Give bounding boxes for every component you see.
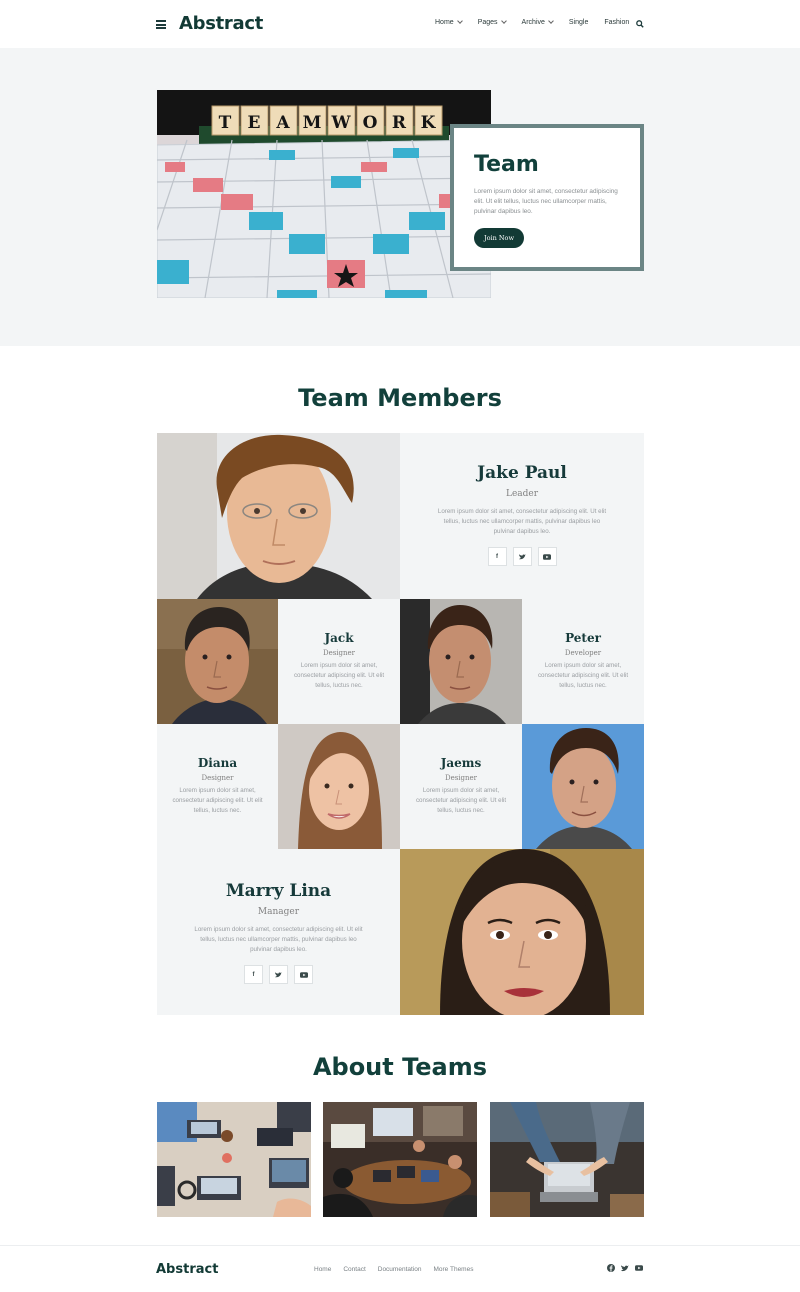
footer-link-contact[interactable]: Contact <box>343 1266 365 1273</box>
member-name: Jaems <box>440 756 482 770</box>
scrabble-letter: M <box>303 113 322 133</box>
footer-link-home[interactable]: Home <box>314 1266 331 1273</box>
member-description: Lorem ipsum dolor sit amet, consectetur … <box>194 926 363 953</box>
footer-nav: Home Contact Documentation More Themes <box>314 1266 485 1273</box>
hero-title: Team <box>474 152 539 177</box>
about-team-image-laptop <box>490 1102 644 1217</box>
member-name: Peter <box>565 631 601 645</box>
nav-label: Pages <box>477 19 498 26</box>
hero-text: Lorem ipsum dolor sit amet, consectetur … <box>474 188 618 215</box>
team-members-title: Team Members <box>298 384 502 412</box>
member-description: Lorem ipsum dolor sit amet, consectetur … <box>172 787 263 814</box>
scrabble-letter: K <box>421 113 437 133</box>
facebook-icon[interactable] <box>607 1264 615 1272</box>
scrabble-letter: T <box>219 113 232 133</box>
search-icon[interactable] <box>636 20 644 28</box>
nav-label: Fashion <box>604 19 630 26</box>
member-role: Developer <box>564 649 602 657</box>
footer-link-documentation[interactable]: Documentation <box>378 1266 422 1273</box>
twitter-icon[interactable] <box>512 547 532 566</box>
scrabble-letter: R <box>392 113 407 133</box>
about-team-image-desk <box>157 1102 311 1217</box>
nav-label: Home <box>435 19 454 26</box>
hero-image: T E A M W O R K <box>157 90 491 298</box>
member-photo-jake-paul <box>157 433 400 599</box>
nav-item-archive[interactable]: Archive <box>521 18 554 26</box>
scrabble-letter: W <box>330 113 351 133</box>
member-role: Designer <box>201 774 234 782</box>
scrabble-letter: A <box>275 113 290 133</box>
chevron-down-icon <box>456 18 463 24</box>
twitter-icon[interactable] <box>621 1264 629 1272</box>
member-role: Designer <box>444 774 478 782</box>
member-name: Marry Lina <box>225 881 332 901</box>
member-name: Diana <box>197 756 238 770</box>
member-description: Lorem ipsum dolor sit amet, consectetur … <box>437 508 607 535</box>
hero-card: Team Lorem ipsum dolor sit amet, consect… <box>450 124 644 271</box>
member-description: Lorem ipsum dolor sit amet, consectetur … <box>537 662 629 689</box>
nav-label: Single <box>568 19 589 26</box>
youtube-icon[interactable] <box>635 1264 643 1272</box>
member-card-marry-lina: Marry Lina Manager Lorem ipsum dolor sit… <box>157 849 400 1015</box>
nav-item-fashion[interactable]: Fashion <box>604 19 629 26</box>
member-description: Lorem ipsum dolor sit amet, consectetur … <box>415 787 507 814</box>
main-nav: Home Pages Archive Single Fashion <box>435 18 645 26</box>
nav-item-pages[interactable]: Pages <box>477 18 507 26</box>
about-teams-title: About Teams <box>312 1053 488 1081</box>
member-photo-marry-lina <box>400 849 644 1015</box>
member-role: Designer <box>322 649 356 657</box>
member-card-jake-paul: Jake Paul Leader Lorem ipsum dolor sit a… <box>400 433 644 599</box>
member-photo-diana <box>278 724 400 849</box>
join-now-button[interactable]: Join Now <box>474 228 525 248</box>
site-header: Abstract Home Pages Archive Single Fashi… <box>0 0 800 48</box>
member-social-links: f <box>400 547 644 566</box>
footer-logo[interactable]: Abstract <box>156 1262 218 1277</box>
member-description: Lorem ipsum dolor sit amet, consectetur … <box>293 662 385 689</box>
member-photo-jack <box>157 599 278 724</box>
member-name: Jack <box>324 631 354 645</box>
site-footer: Abstract Home Contact Documentation More… <box>0 1245 800 1292</box>
member-role: Manager <box>257 907 300 917</box>
scrabble-letter: O <box>363 113 378 133</box>
member-social-links: f <box>157 965 400 984</box>
member-card-peter: Peter Developer Lorem ipsum dolor sit am… <box>522 599 644 724</box>
site-logo[interactable]: Abstract <box>179 13 263 34</box>
chevron-down-icon <box>548 18 554 24</box>
about-team-image-meeting <box>323 1102 477 1217</box>
scrabble-letter: E <box>248 113 261 133</box>
facebook-icon[interactable]: f <box>244 965 263 984</box>
chevron-down-icon <box>500 18 507 24</box>
youtube-icon[interactable] <box>537 547 557 566</box>
nav-item-single[interactable]: Single <box>569 19 588 26</box>
member-name: Jake Paul <box>477 463 567 483</box>
footer-link-more-themes[interactable]: More Themes <box>433 1266 473 1273</box>
nav-label: Archive <box>521 19 545 26</box>
twitter-icon[interactable] <box>269 965 288 984</box>
youtube-icon[interactable] <box>294 965 313 984</box>
nav-item-home[interactable]: Home <box>435 18 463 26</box>
member-card-diana: Diana Designer Lorem ipsum dolor sit ame… <box>157 724 278 849</box>
member-card-jack: Jack Designer Lorem ipsum dolor sit amet… <box>278 599 400 724</box>
member-photo-jaems <box>522 724 644 849</box>
footer-social-links <box>607 1264 643 1272</box>
member-photo-peter <box>400 599 522 724</box>
member-role: Leader <box>505 489 539 499</box>
hamburger-icon[interactable] <box>156 20 166 29</box>
member-card-jaems: Jaems Designer Lorem ipsum dolor sit ame… <box>400 724 522 849</box>
facebook-icon[interactable]: f <box>487 547 507 566</box>
